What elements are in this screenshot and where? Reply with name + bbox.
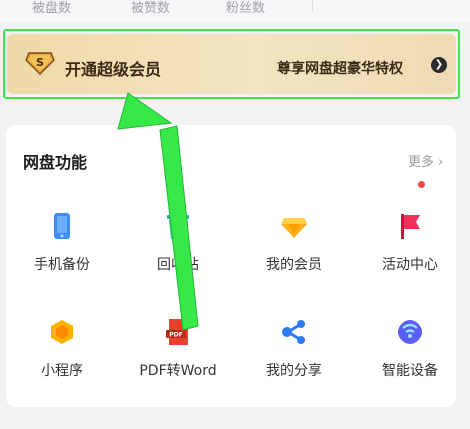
features-card: 网盘功能 更多 › 手机备份 回收站 我的会员 活动中心 小程序 PDF PDF… (6, 125, 456, 407)
stats-divider (312, 0, 313, 12)
diamond-icon (281, 218, 307, 238)
card-title: 网盘功能 (23, 153, 88, 172)
stats-row: 被盘数 被赞数 粉丝数 (0, 0, 470, 22)
feature-label: 我的分享 (266, 363, 322, 379)
feature-label: 活动中心 (382, 257, 438, 273)
recycle-bin-icon (167, 212, 189, 239)
feature-label: PDF转Word (139, 363, 217, 379)
feature-smart-devices[interactable]: 智能设备 (360, 318, 460, 388)
feature-mini-program[interactable]: 小程序 (12, 318, 112, 388)
stat-label-saved[interactable]: 被盘数 (32, 0, 71, 16)
feature-recycle-bin[interactable]: 回收站 (128, 212, 228, 282)
phone-backup-icon (54, 213, 70, 239)
stat-label-fans[interactable]: 粉丝数 (226, 0, 265, 16)
smart-device-icon (398, 320, 422, 344)
chevron-right-icon: › (438, 155, 444, 170)
svg-text:PDF: PDF (169, 332, 182, 339)
feature-my-membership[interactable]: 我的会员 (244, 212, 344, 282)
mini-program-icon (51, 320, 73, 344)
feature-label: 小程序 (41, 363, 83, 379)
flag-icon (401, 214, 420, 239)
feature-label: 回收站 (157, 257, 199, 273)
more-label: 更多 (408, 155, 435, 170)
feature-label: 我的会员 (266, 257, 322, 273)
feature-label: 智能设备 (382, 363, 438, 379)
feature-pdf-to-word[interactable]: PDF PDF转Word (128, 318, 228, 388)
feature-label: 手机备份 (34, 257, 90, 273)
highlight-outline (3, 29, 460, 99)
stat-label-likes[interactable]: 被赞数 (131, 0, 170, 16)
feature-activity-center[interactable]: 活动中心 (360, 212, 460, 282)
more-link[interactable]: 更多 › (408, 151, 443, 170)
feature-phone-backup[interactable]: 手机备份 (12, 212, 112, 282)
share-icon (282, 320, 305, 344)
feature-my-shares[interactable]: 我的分享 (244, 318, 344, 388)
pdf-icon: PDF (166, 319, 188, 345)
notification-dot (418, 181, 425, 188)
